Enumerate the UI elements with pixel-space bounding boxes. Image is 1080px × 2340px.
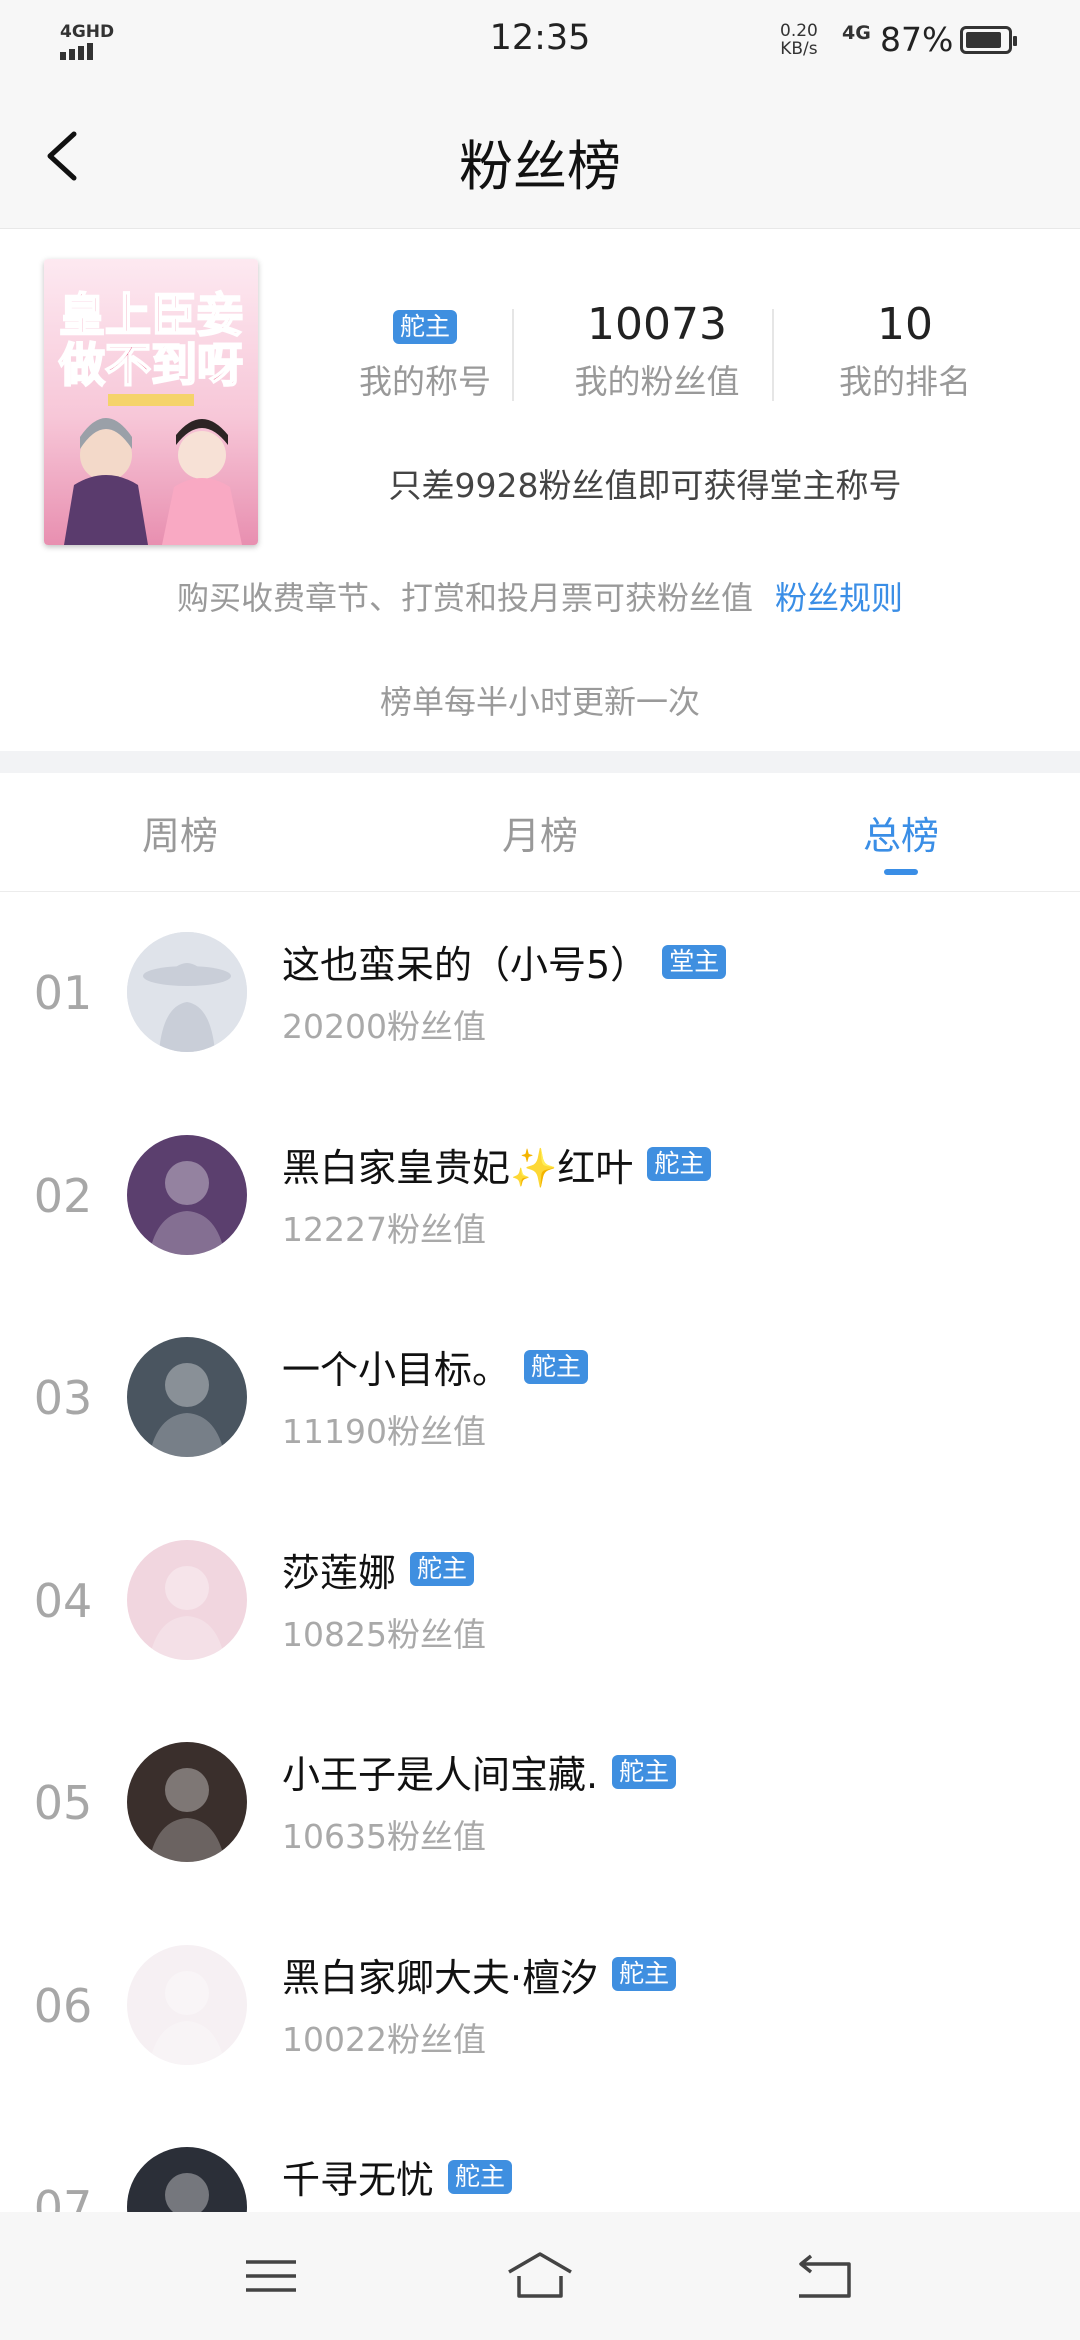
home-button[interactable] xyxy=(505,2246,575,2306)
rules-line: 购买收费章节、打赏和投月票可获粉丝值 粉丝规则 xyxy=(0,573,1080,619)
user-name: 这也蛮呆的（小号5） xyxy=(282,943,649,987)
rank-number: 02 xyxy=(33,1168,93,1223)
ranking-row[interactable]: 06 黑白家卿大夫·檀汐 舵主 10022粉丝值 xyxy=(0,1905,1080,2107)
status-bar: 4GHD 12:35 0.20 KB/s 4G 87% xyxy=(0,0,1080,84)
book-cover[interactable]: 皇上臣妾 做不到呀 xyxy=(44,259,258,545)
rank-number: 01 xyxy=(33,966,93,1020)
fan-stats: 舵主 我的称号 10073 我的粉丝值 10 我的排名 xyxy=(300,299,1060,409)
tab-weekly[interactable]: 周榜 xyxy=(80,805,280,860)
avatar[interactable] xyxy=(127,2147,247,2212)
section-divider xyxy=(0,751,1080,773)
tab-indicator xyxy=(884,869,918,875)
divider xyxy=(512,309,514,401)
user-name: 小王子是人间宝藏. xyxy=(282,1753,599,1797)
ranking-row[interactable]: 03 一个小目标。 舵主 11190粉丝值 xyxy=(0,1297,1080,1499)
rules-text: 购买收费章节、打赏和投月票可获粉丝值 xyxy=(176,579,753,617)
avatar[interactable] xyxy=(127,1742,247,1862)
page-title: 粉丝榜 xyxy=(459,135,621,198)
user-name-line: 这也蛮呆的（小号5） 堂主 xyxy=(282,934,727,989)
ranking-row[interactable]: 02 黑白家皇贵妃✨红叶 舵主 12227粉丝值 xyxy=(0,1095,1080,1297)
fan-value-label: 我的粉丝值 xyxy=(574,362,740,401)
rank-title-badge: 堂主 xyxy=(662,944,727,979)
rank-title-badge: 舵主 xyxy=(612,1957,677,1991)
network-speed: 0.20 KB/s xyxy=(780,22,818,58)
user-avatar-image xyxy=(165,2173,209,2212)
fan-score: 11190粉丝值 xyxy=(282,1412,486,1451)
my-rank-label: 我的排名 xyxy=(839,362,971,401)
rank-number: 03 xyxy=(33,1371,93,1425)
rank-title-badge: 舵主 xyxy=(612,1754,677,1789)
user-avatar-image xyxy=(149,1160,225,1255)
user-name: 一个小目标。 xyxy=(282,1348,511,1392)
title-badge: 舵主 xyxy=(392,310,457,344)
avatar[interactable] xyxy=(127,1337,247,1457)
ranking-row[interactable]: 04 莎莲娜 舵主 10825粉丝值 xyxy=(0,1500,1080,1702)
fan-score: 10825粉丝值 xyxy=(282,1614,486,1654)
book-cover-image: 皇上臣妾 做不到呀 xyxy=(44,259,258,545)
upgrade-hint: 只差9928粉丝值即可获得堂主称号 xyxy=(388,466,902,505)
tab-monthly[interactable]: 月榜 xyxy=(440,805,640,860)
stat-rank: 10 我的排名 xyxy=(780,299,1030,403)
fan-score: 12227粉丝值 xyxy=(282,1209,486,1249)
user-name: 黑白家卿大夫·檀汐 xyxy=(282,1955,599,2000)
user-name-line: 小王子是人间宝藏. 舵主 xyxy=(282,1744,677,1799)
update-note: 榜单每半小时更新一次 xyxy=(379,683,700,721)
fan-score: 20200粉丝值 xyxy=(282,1007,486,1046)
fan-summary: 皇上臣妾 做不到呀 舵主 我的称号 10073 我的粉丝值 10 我的排名 只差… xyxy=(0,229,1080,751)
avatar[interactable] xyxy=(127,1134,247,1255)
battery-percent: 87% xyxy=(880,20,954,59)
user-avatar-image xyxy=(149,1565,225,1660)
nav-bar: 粉丝榜 xyxy=(0,84,1080,229)
user-name-line: 黑白家皇贵妃✨红叶 舵主 xyxy=(282,1137,712,1192)
menu-icon xyxy=(246,2260,296,2292)
ranking-tabs: 周榜 月榜 总榜 xyxy=(0,773,1080,892)
back-icon xyxy=(799,2254,851,2298)
ranking-row[interactable]: 01 这也蛮呆的（小号5） 堂主 20200粉丝值 xyxy=(0,892,1080,1094)
user-avatar-image xyxy=(149,1768,225,1862)
rank-number: 05 xyxy=(33,1776,93,1830)
user-name-line: 一个小目标。 舵主 xyxy=(282,1339,589,1394)
avatar[interactable] xyxy=(127,1944,247,2065)
user-name: 千寻无忧 xyxy=(282,2158,435,2202)
fan-value: 10073 xyxy=(587,299,727,350)
menu-button[interactable] xyxy=(236,2246,306,2306)
tab-total[interactable]: 总榜 xyxy=(801,805,1001,860)
user-name: 黑白家皇贵妃✨红叶 xyxy=(282,1145,634,1190)
network-speed-value: 0.20 xyxy=(780,21,818,41)
user-avatar-image xyxy=(149,1970,225,2065)
avatar[interactable] xyxy=(127,1539,247,1660)
ranking-row[interactable]: 05 小王子是人间宝藏. 舵主 10635粉丝值 xyxy=(0,1702,1080,1904)
battery-icon xyxy=(960,26,1017,54)
rank-number: 06 xyxy=(33,1978,93,2033)
ranking-row[interactable]: 07 千寻无忧 舵主 xyxy=(0,2107,1080,2212)
rank-number: 04 xyxy=(33,1573,93,1628)
fan-score: 10022粉丝值 xyxy=(282,2019,486,2059)
rank-title-badge: 舵主 xyxy=(524,1349,589,1384)
network-speed-unit: KB/s xyxy=(780,39,818,59)
back-nav-button[interactable] xyxy=(791,2246,861,2306)
network-type-secondary: 4G xyxy=(842,22,871,44)
home-icon xyxy=(508,2252,572,2298)
divider xyxy=(772,309,774,401)
rank-title-badge: 舵主 xyxy=(448,2159,513,2194)
user-avatar-image xyxy=(149,1363,225,1457)
my-rank: 10 xyxy=(877,299,933,350)
user-name: 莎莲娜 xyxy=(282,1550,397,1595)
default-avatar-icon xyxy=(127,932,247,1052)
user-name-line: 莎莲娜 舵主 xyxy=(282,1542,475,1597)
fan-score: 10635粉丝值 xyxy=(282,1817,486,1856)
user-name-line: 黑白家卿大夫·檀汐 舵主 xyxy=(282,1947,677,2002)
fan-rules-link[interactable]: 粉丝规则 xyxy=(775,579,903,617)
rank-number: 07 xyxy=(33,2181,93,2212)
rank-title-badge: 舵主 xyxy=(647,1147,712,1181)
system-nav-bar xyxy=(0,2212,1080,2340)
cover-title-line1: 皇上臣妾 xyxy=(59,288,243,342)
avatar[interactable] xyxy=(127,932,247,1052)
user-name-line: 千寻无忧 舵主 xyxy=(282,2149,513,2204)
rank-title-badge: 舵主 xyxy=(410,1552,475,1586)
cover-title-line2: 做不到呀 xyxy=(58,338,243,392)
stat-fan-value: 10073 我的粉丝值 xyxy=(532,299,782,403)
ranking-list[interactable]: 01 这也蛮呆的（小号5） 堂主 20200粉丝值 02 黑白家皇贵妃✨红叶 舵主 12227… xyxy=(0,892,1080,2212)
